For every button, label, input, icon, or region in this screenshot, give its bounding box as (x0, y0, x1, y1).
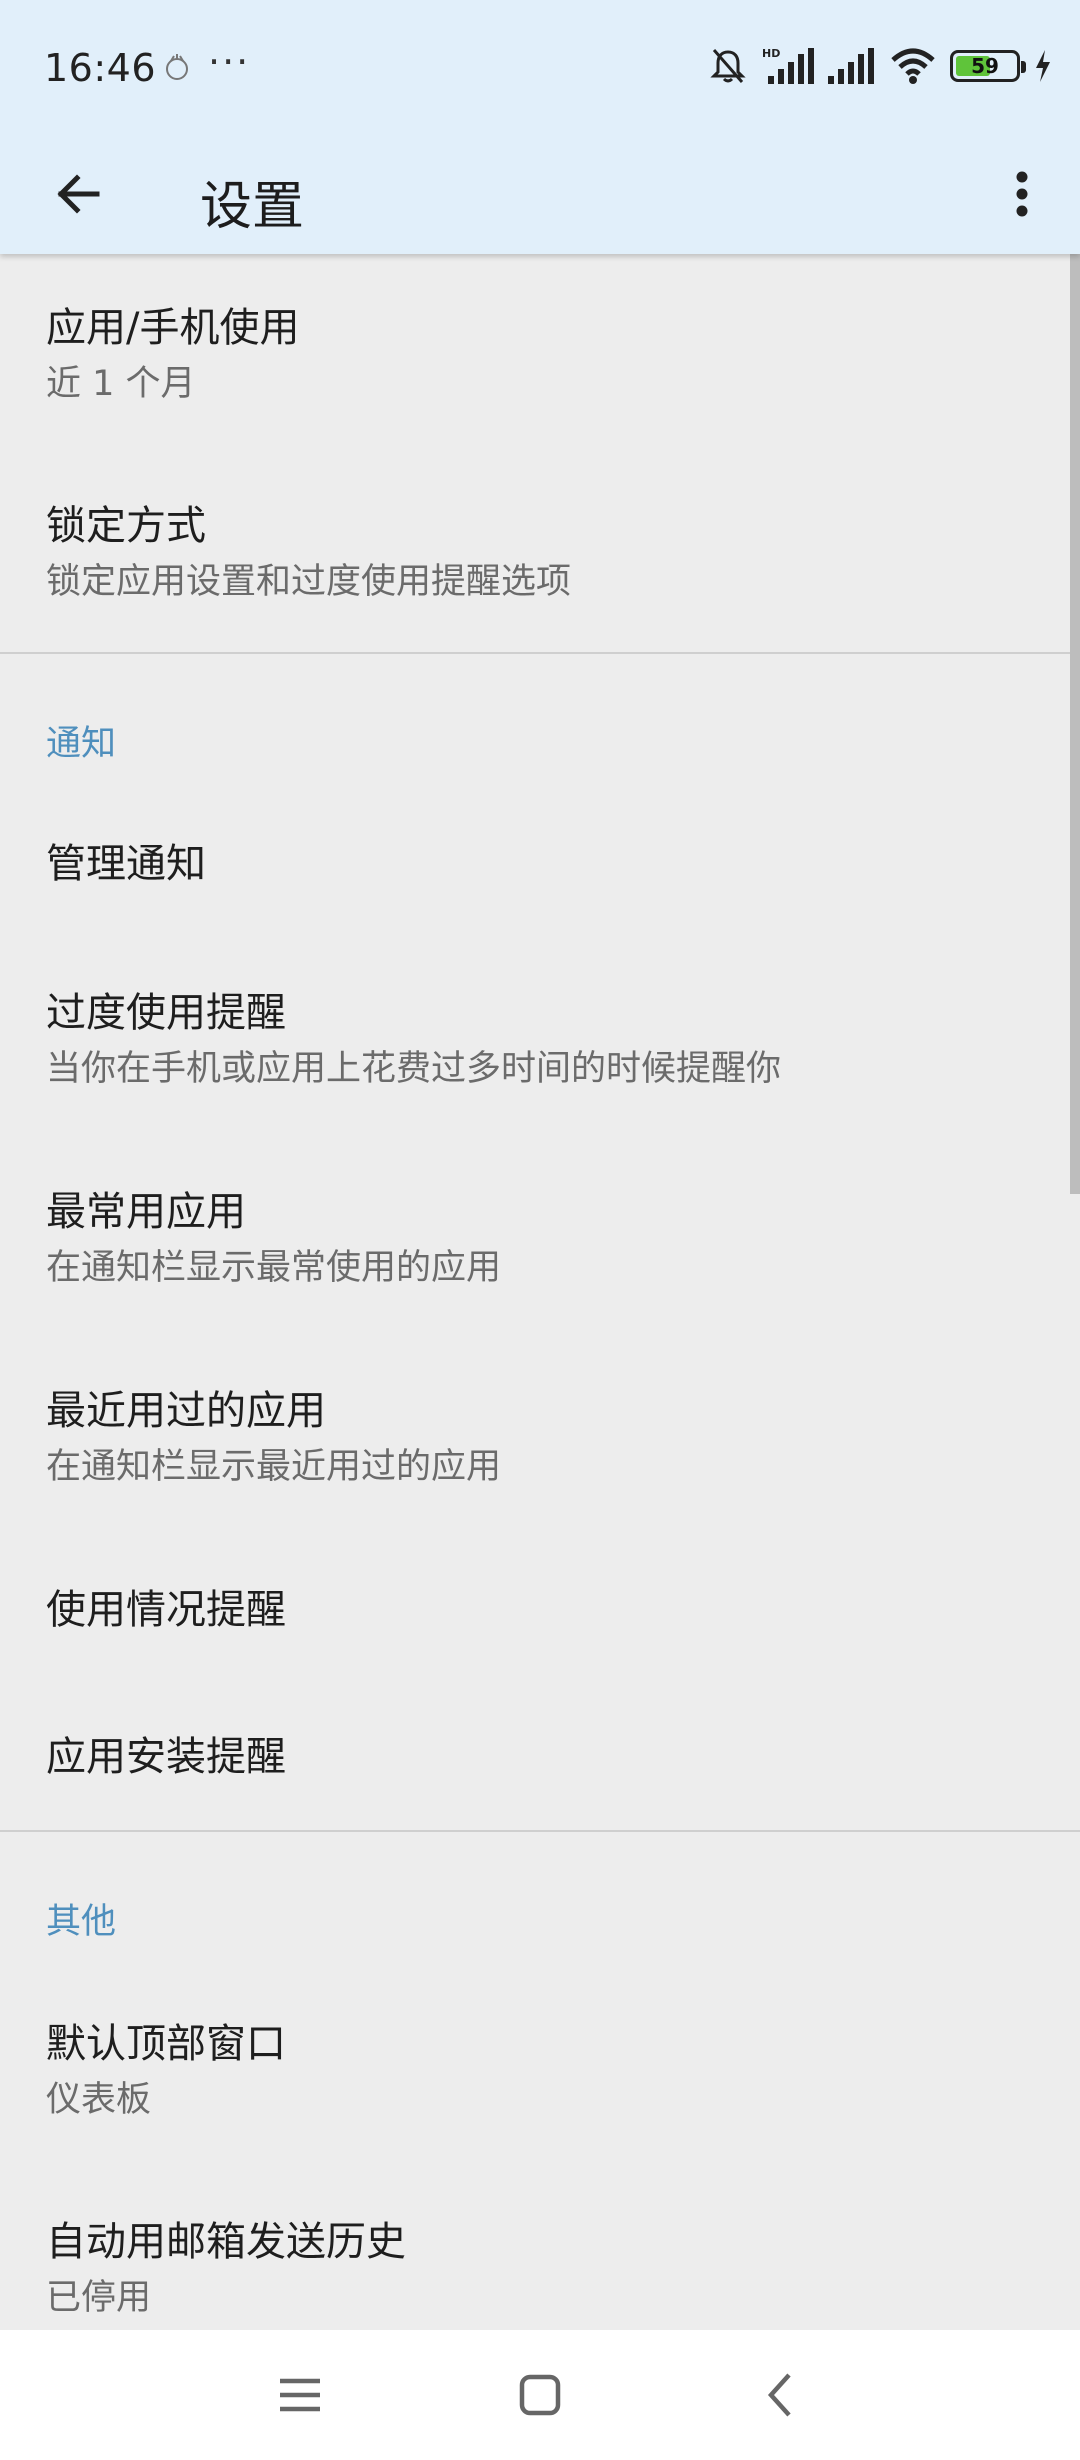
square-icon (519, 2374, 561, 2416)
setting-subtitle: 锁定应用设置和过度使用提醒选项 (46, 562, 572, 602)
setting-title: 应用安装提醒 (46, 1734, 286, 1780)
setting-recent-apps[interactable]: 最近用过的应用 在通知栏显示最近用过的应用 (0, 1385, 1080, 1491)
wifi-icon (891, 48, 935, 84)
status-time: 16:46 (44, 46, 157, 90)
status-icons: HD 59 (708, 44, 1052, 88)
home-button[interactable] (505, 2360, 575, 2430)
scrollbar[interactable] (1070, 254, 1080, 1194)
setting-usage-reminder[interactable]: 使用情况提醒 (0, 1584, 1080, 1636)
app-bar: 设置 (0, 134, 1080, 254)
charging-icon (1036, 50, 1050, 82)
setting-subtitle: 在通知栏显示最常使用的应用 (46, 1248, 502, 1288)
section-header-other: 其他 (46, 1902, 117, 1942)
signal-icon (828, 48, 874, 84)
setting-title: 管理通知 (46, 841, 206, 887)
setting-subtitle: 已停用 (46, 2278, 152, 2318)
setting-title: 使用情况提醒 (46, 1587, 286, 1633)
setting-title: 默认顶部窗口 (46, 2021, 286, 2067)
recent-apps-button[interactable] (265, 2360, 335, 2430)
back-button[interactable] (40, 156, 116, 232)
setting-manage-notifications[interactable]: 管理通知 (0, 838, 1080, 890)
overflow-menu-button[interactable] (984, 156, 1060, 232)
setting-subtitle: 当你在手机或应用上花费过多时间的时候提醒你 (46, 1049, 782, 1089)
setting-most-used-apps[interactable]: 最常用应用 在通知栏显示最常使用的应用 (0, 1186, 1080, 1292)
setting-app-phone-usage[interactable]: 应用/手机使用 近 1 个月 (0, 302, 1080, 408)
menu-icon (280, 2378, 320, 2412)
setting-title: 最常用应用 (46, 1189, 246, 1235)
mute-icon (710, 49, 746, 83)
setting-overuse-reminder[interactable]: 过度使用提醒 当你在手机或应用上花费过多时间的时候提醒你 (0, 987, 1080, 1093)
setting-app-install-reminder[interactable]: 应用安装提醒 (0, 1731, 1080, 1783)
setting-subtitle: 在通知栏显示最近用过的应用 (46, 1447, 502, 1487)
divider (0, 1830, 1080, 1832)
setting-title: 过度使用提醒 (46, 990, 286, 1036)
setting-subtitle: 仪表板 (46, 2080, 152, 2120)
hd-signal-icon: HD (762, 47, 814, 84)
system-back-button[interactable] (745, 2360, 815, 2430)
status-bar: 16:46 ··· HD 59 (0, 0, 1080, 134)
arrow-back-icon (57, 174, 100, 214)
battery-icon: 59 (950, 50, 1026, 82)
section-header-notifications: 通知 (46, 724, 117, 764)
divider (0, 652, 1080, 654)
svg-text:HD: HD (762, 47, 780, 60)
setting-subtitle: 近 1 个月 (46, 364, 196, 404)
setting-title: 应用/手机使用 (46, 305, 300, 351)
header: 16:46 ··· HD 59 设置 (0, 0, 1080, 254)
page-title: 设置 (200, 177, 305, 237)
setting-auto-email-history[interactable]: 自动用邮箱发送历史 已停用 (0, 2216, 1080, 2322)
setting-lock-method[interactable]: 锁定方式 锁定应用设置和过度使用提醒选项 (0, 500, 1080, 606)
more-notifications-icon: ··· (208, 40, 251, 84)
battery-level: 59 (971, 54, 999, 78)
screen: 16:46 ··· HD 59 设置 应用/手机使用 近 1 个月 锁定方式 锁… (0, 0, 1080, 2460)
chevron-left-icon (767, 2373, 791, 2417)
system-nav-bar (0, 2330, 1080, 2460)
more-vert-icon (1016, 171, 1028, 217)
setting-title: 自动用邮箱发送历史 (46, 2219, 406, 2265)
setting-title: 锁定方式 (46, 503, 206, 549)
setting-default-top-window[interactable]: 默认顶部窗口 仪表板 (0, 2018, 1080, 2124)
settings-list: 应用/手机使用 近 1 个月 锁定方式 锁定应用设置和过度使用提醒选项 通知 管… (0, 254, 1080, 2330)
setting-title: 最近用过的应用 (46, 1388, 326, 1434)
app-notification-icon (166, 54, 188, 80)
